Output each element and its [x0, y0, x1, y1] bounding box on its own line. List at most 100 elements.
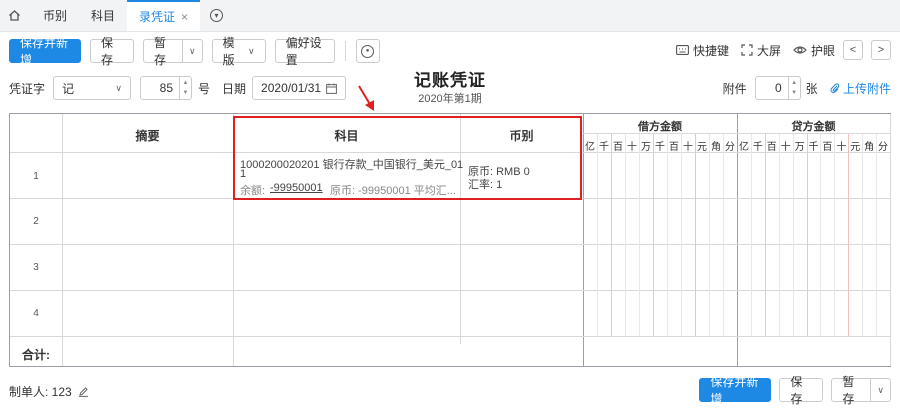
chevron-down-circle-icon: ▾	[210, 9, 224, 22]
eye-icon	[793, 46, 807, 54]
amount-digit-label: 十	[780, 142, 791, 153]
next-voucher-button[interactable]: >	[871, 40, 891, 60]
tab-currency[interactable]: 币别	[31, 0, 79, 31]
date-value: 2020/01/31	[261, 81, 322, 95]
digit-column-divider	[611, 134, 612, 336]
draft-button[interactable]: 暂存	[143, 36, 183, 67]
tab-label: 科目	[91, 9, 116, 23]
amount-digit-label: 分	[725, 142, 735, 153]
eye-protect-label: 护眼	[810, 43, 835, 58]
chevron-down-icon: ∨	[115, 82, 123, 93]
chevron-down-icon: ∨	[248, 45, 255, 56]
save-button[interactable]: 保存	[90, 36, 134, 67]
row-divider	[10, 290, 890, 291]
column-divider	[890, 114, 891, 366]
footer-draft-dropdown-button[interactable]: ∨	[871, 378, 891, 402]
amount-digit-label: 千	[752, 142, 763, 153]
voucher-type-label: 凭证字	[9, 81, 46, 96]
summary-header: 摘要	[135, 129, 160, 143]
voucher-number-stepper[interactable]: 85 ▲ ▼	[140, 76, 193, 100]
footer-save-button[interactable]: 保存	[779, 375, 824, 406]
digit-column-divider	[597, 134, 598, 336]
shortcut-button[interactable]: 快捷键	[676, 42, 729, 59]
tab-home[interactable]	[0, 0, 31, 31]
amount-digit-label: 千	[599, 142, 609, 153]
digit-column-divider	[876, 134, 877, 336]
amount-digit-label: 百	[822, 142, 833, 153]
date-label: 日期	[222, 81, 247, 96]
amount-digit-label: 角	[864, 142, 875, 153]
digit-column-divider	[779, 134, 780, 336]
template-button[interactable]: 模版 ∨	[211, 36, 266, 67]
amount-digit-label: 万	[794, 142, 805, 153]
tab-voucher-entry[interactable]: 录凭证 ×	[127, 0, 201, 31]
amount-digit-label: 百	[766, 142, 777, 153]
attachment-unit: 张	[805, 81, 818, 96]
tab-dropdown[interactable]: ▾	[200, 0, 233, 31]
attachment-area: 附件 0 ▲ ▼ 张 上传附件	[723, 76, 891, 100]
fullscreen-label: 大屏	[756, 43, 781, 58]
attachment-count-value: 0	[774, 81, 782, 95]
footer-save-and-new-button[interactable]: 保存并新增	[699, 375, 772, 406]
amount-digit-label: 十	[627, 142, 637, 153]
preferences-button[interactable]: 偏好设置	[274, 36, 335, 67]
settings-icon: ●	[361, 44, 375, 58]
voucher-type-value: 记	[62, 81, 75, 96]
amount-digit-label: 亿	[738, 142, 749, 153]
amount-digit-label: 千	[808, 142, 819, 153]
edit-icon[interactable]	[78, 386, 89, 397]
draft-dropdown-button[interactable]: ∨	[183, 39, 203, 63]
digit-column-divider	[639, 134, 640, 336]
tab-account[interactable]: 科目	[79, 0, 127, 31]
maker-label: 制单人: 123	[9, 385, 72, 399]
stepper-arrows-icon[interactable]: ▲ ▼	[179, 77, 191, 99]
close-icon[interactable]: ×	[181, 10, 188, 24]
amount-digit-label: 十	[683, 142, 693, 153]
digit-column-divider	[709, 134, 710, 336]
eye-protect-button[interactable]: 护眼	[793, 42, 835, 59]
amount-digit-label: 分	[878, 142, 889, 153]
upload-attachment-link[interactable]: 上传附件	[830, 80, 891, 97]
amount-digit-label: 角	[711, 142, 721, 153]
toolbar: 保存并新增 保存 暂存 ∨ 模版 ∨ 偏好设置 ●	[9, 36, 380, 67]
amount-digit-label: 元	[850, 142, 861, 153]
footer-draft-button[interactable]: 暂存	[831, 375, 872, 406]
digit-column-divider	[625, 134, 626, 336]
row-divider	[10, 244, 890, 245]
total-label: 合计:	[22, 348, 50, 362]
digit-column-divider	[723, 134, 724, 336]
voucher-type-select[interactable]: 记 ∨	[53, 76, 132, 100]
attachment-count-stepper[interactable]: 0 ▲ ▼	[754, 76, 801, 100]
stepper-arrows-icon[interactable]: ▲ ▼	[787, 77, 800, 99]
home-icon	[9, 10, 20, 21]
digit-column-divider	[653, 134, 654, 336]
row-number: 2	[33, 216, 39, 227]
digit-column-divider	[695, 134, 696, 336]
chevron-down-icon: ∨	[189, 45, 196, 56]
toolbar-right: 快捷键 大屏 护眼 < >	[668, 38, 891, 62]
debit-amount-header: 借方金额	[638, 121, 682, 133]
row-number: 1	[33, 171, 39, 182]
amount-digit-label: 十	[836, 142, 847, 153]
digit-column-divider	[807, 134, 808, 336]
date-picker[interactable]: 2020/01/31	[252, 76, 347, 100]
digit-column-divider	[667, 134, 668, 336]
amount-digit-label: 元	[697, 142, 707, 153]
amount-digit-label: 亿	[585, 142, 595, 153]
paperclip-icon	[830, 82, 839, 93]
toolbar-divider	[344, 41, 346, 61]
digit-column-divider	[793, 134, 794, 336]
footer-maker: 制单人: 123	[9, 383, 89, 400]
row-divider	[10, 336, 890, 337]
digit-column-divider	[820, 134, 821, 336]
footer-actions: 保存并新增 保存 暂存 ∨	[699, 375, 891, 406]
prev-voucher-button[interactable]: <	[843, 40, 863, 60]
digit-column-divider	[848, 134, 849, 336]
fullscreen-button[interactable]: 大屏	[741, 42, 781, 59]
amount-digit-label: 百	[613, 142, 623, 153]
tab-label: 录凭证	[139, 10, 176, 24]
save-and-new-button[interactable]: 保存并新增	[9, 36, 81, 67]
chevron-down-icon: ∨	[877, 384, 884, 395]
digit-column-divider	[681, 134, 682, 336]
settings-button[interactable]: ●	[355, 39, 380, 63]
